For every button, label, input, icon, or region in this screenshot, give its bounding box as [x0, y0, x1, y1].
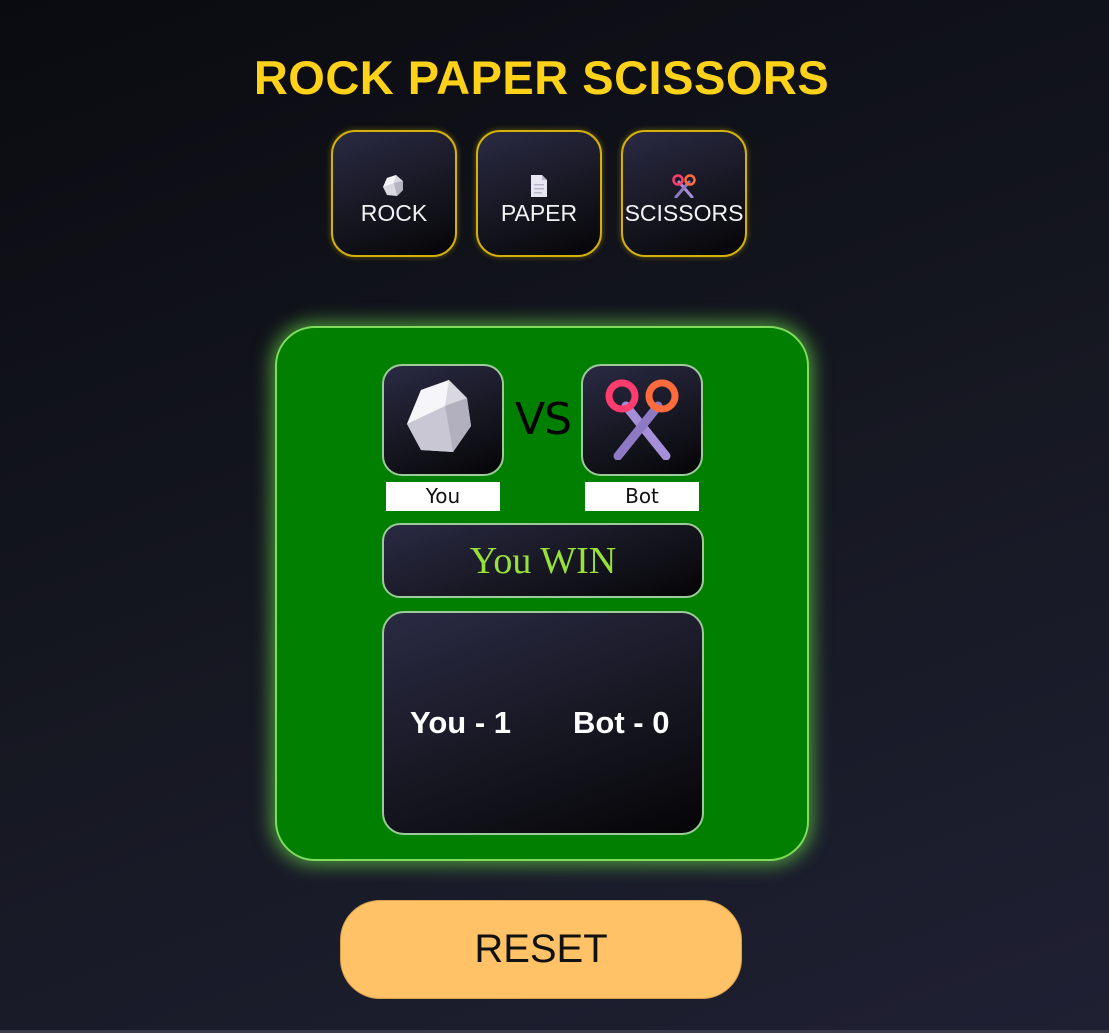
bot-score: Bot - 0 — [573, 705, 670, 740]
result-message: You WIN — [382, 523, 704, 598]
game-panel: VS You Bot You WIN You - 1 Bot - 0 — [275, 326, 809, 861]
scissors-button[interactable]: SCISSORS — [621, 130, 747, 257]
paper-button[interactable]: PAPER — [476, 130, 602, 257]
versus-label: VS — [514, 394, 572, 445]
scissors-icon — [671, 174, 697, 199]
rock-icon — [381, 174, 407, 198]
scoreboard: You - 1 Bot - 0 — [382, 611, 704, 835]
rock-icon — [401, 376, 485, 465]
paper-button-label: PAPER — [500, 200, 578, 226]
page-title: ROCK PAPER SCISSORS — [253, 51, 830, 104]
player-pick — [382, 364, 504, 476]
bot-label: Bot — [585, 482, 699, 511]
scissors-icon — [600, 376, 684, 465]
scissors-button-label: SCISSORS — [624, 200, 744, 226]
player-label: You — [386, 482, 500, 511]
bot-pick — [581, 364, 703, 476]
rock-button[interactable]: ROCK — [331, 130, 457, 257]
player-score: You - 1 — [410, 705, 512, 740]
choice-buttons: ROCK PAPER SCISSORS — [331, 130, 747, 257]
reset-button[interactable]: RESET — [340, 900, 742, 999]
rock-button-label: ROCK — [360, 200, 428, 226]
paper-icon — [529, 174, 549, 198]
